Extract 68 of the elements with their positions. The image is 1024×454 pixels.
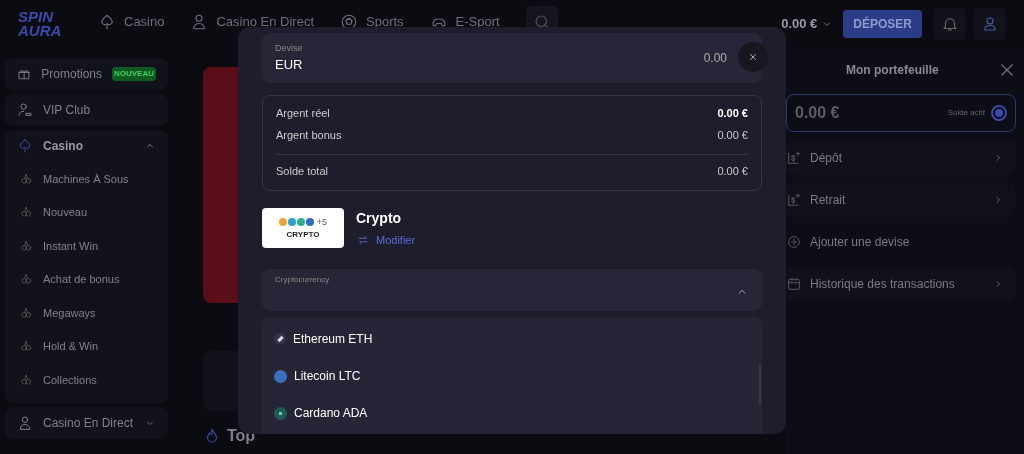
panel-title: Mon portefeuille	[846, 62, 940, 79]
nav-link[interactable]: Sports	[340, 12, 404, 32]
currency-field[interactable]: Devise EUR 0.00	[262, 33, 762, 83]
nav-link[interactable]: Casino	[98, 12, 165, 32]
logo-label: CRYPTO	[286, 229, 320, 241]
profile-button[interactable]	[974, 8, 1006, 40]
extra-count: +5	[316, 215, 328, 229]
close-icon	[998, 61, 1016, 79]
balance-value: 0.00 €	[717, 127, 748, 143]
balance-card[interactable]: 0.00 € Solde actif	[786, 94, 1016, 132]
close-button[interactable]	[998, 61, 1016, 79]
balance-label: Argent bonus	[276, 127, 343, 143]
notification-button[interactable]	[934, 8, 966, 40]
radio-button[interactable]	[991, 105, 1007, 121]
user-icon	[981, 15, 999, 33]
sidebar-item[interactable]: VIP Club	[5, 94, 168, 126]
balance-value: 0.00 €	[717, 164, 748, 180]
spade-icon	[98, 13, 116, 31]
field-value: EUR	[275, 56, 304, 74]
nav-link[interactable]: E-Sport	[429, 12, 500, 32]
person-icon	[17, 102, 33, 118]
submenu-item[interactable]: Machines À Sous	[5, 162, 168, 196]
wallet-action[interactable]: Historique des transactions	[786, 267, 1016, 301]
method-name: Crypto	[356, 209, 403, 228]
category-icon	[19, 272, 33, 287]
spade-icon	[17, 138, 33, 154]
submenu-item[interactable]: Nouveau	[5, 195, 168, 229]
crypto-option[interactable]: Ethereum ETH	[262, 320, 762, 358]
category-icon	[19, 238, 33, 253]
sidebar-item[interactable]: Promotions NOUVEAU	[5, 58, 168, 90]
money-icon	[786, 192, 802, 208]
crypto-select[interactable]: Cryptocurrency	[262, 268, 762, 311]
balance-label: Solde actif	[947, 107, 985, 119]
select-label: Cryptocurrency	[275, 273, 331, 286]
balance-label: Argent réel	[276, 105, 331, 121]
close-icon	[747, 51, 759, 63]
submenu-item[interactable]: Megaways	[5, 296, 168, 330]
category-icon	[19, 305, 33, 320]
new-badge: NOUVEAU	[112, 67, 156, 81]
crypto-option[interactable]: Litecoin LTC	[262, 357, 762, 395]
logo[interactable]: SPIN AURA	[18, 10, 68, 38]
submenu-item[interactable]: Achat de bonus	[5, 262, 168, 296]
plus-circle-icon	[786, 234, 802, 250]
category-icon	[19, 171, 33, 186]
wallet-action[interactable]: Dépôt	[786, 141, 1016, 175]
balance-value: 0.00 €	[717, 105, 748, 121]
money-icon	[786, 150, 802, 166]
category-icon	[19, 205, 33, 220]
calendar-icon	[786, 276, 802, 292]
submenu-item[interactable]: Collections	[5, 363, 168, 397]
submenu-item[interactable]: Hold & Win	[5, 329, 168, 363]
currency-amount: 0.00	[703, 50, 727, 67]
category-icon	[19, 339, 33, 354]
deposit-button[interactable]: DÉPOSER	[843, 10, 922, 38]
crypto-option[interactable]: Cardano ADA	[262, 394, 762, 432]
balance-dropdown[interactable]: 0.00 €	[781, 14, 834, 34]
sidebar-item[interactable]: Casino En Direct	[5, 406, 168, 439]
balance-label: Solde total	[276, 164, 329, 180]
wallet-action[interactable]: Retrait	[786, 183, 1016, 217]
balance-amount: 0.00 €	[795, 103, 841, 123]
field-label: Devise	[275, 41, 304, 55]
category-icon	[19, 372, 33, 387]
submenu-item[interactable]: Instant Win	[5, 229, 168, 263]
sidebar-item[interactable]: Casino	[5, 130, 168, 162]
nav-link[interactable]: Casino En Direct	[190, 12, 314, 32]
wallet-action[interactable]: Ajouter une devise	[786, 225, 1016, 259]
bell-icon	[941, 15, 959, 33]
modify-link[interactable]: Modifier	[356, 232, 416, 249]
